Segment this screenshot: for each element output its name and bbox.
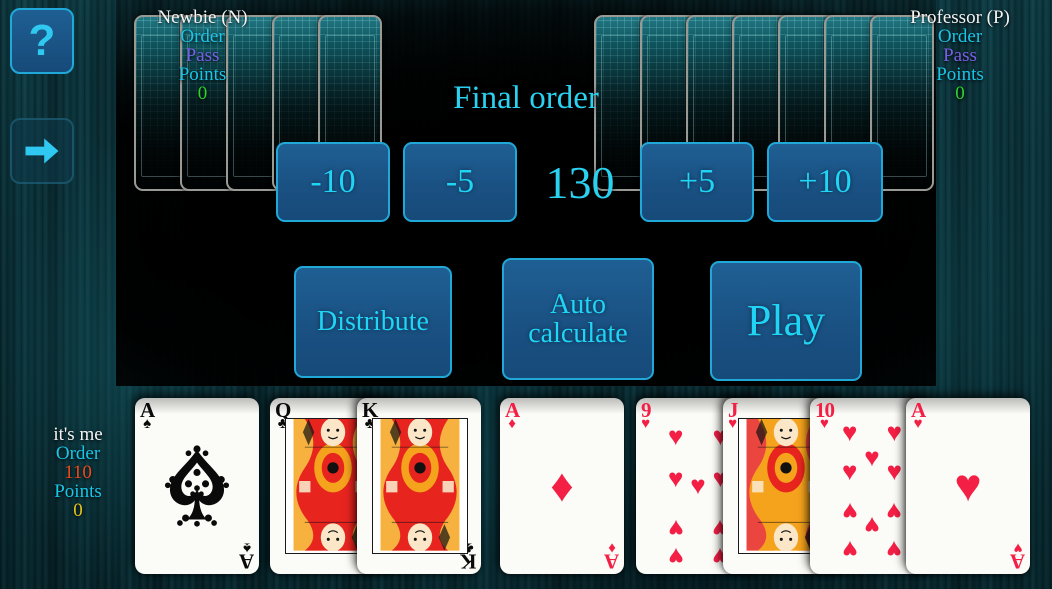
court-card-art	[372, 418, 468, 554]
card-pip: ♥	[864, 442, 880, 472]
points-label-newbie: Points	[178, 64, 227, 85]
player-name-professor: Professor (P)	[910, 7, 1010, 28]
player-name-me: it's me	[53, 424, 103, 445]
card-pip: ♥	[667, 421, 684, 451]
player-info-me: it's me Order 110 Points 0	[8, 425, 148, 520]
points-value-me: 0	[73, 500, 83, 521]
auto-calculate-line2: calculate	[528, 318, 628, 349]
player-info-professor: Professor (P) Order Pass Points 0	[868, 8, 1052, 103]
card-pip: ♥	[886, 496, 903, 526]
card-pip: ♥	[667, 542, 684, 572]
playing-card[interactable]: K ♣ K ♣	[357, 398, 481, 574]
order-minus-5-button[interactable]: -5	[403, 142, 517, 222]
card-suit-icon: ♥	[728, 416, 738, 433]
card-rank: A	[604, 550, 619, 574]
card-corner-top: A ♥	[911, 399, 926, 432]
distribute-button[interactable]: Distribute	[294, 266, 452, 378]
help-icon: ?	[28, 16, 56, 65]
card-corner-top: 9 ♥	[641, 399, 651, 433]
card-corner-bottom: A ♠	[239, 540, 254, 574]
order-plus-5-button[interactable]: +5	[640, 142, 754, 222]
auto-calculate-button[interactable]: Auto calculate	[502, 258, 654, 380]
card-pip: ♥	[690, 471, 706, 500]
order-value-professor: Pass	[943, 45, 977, 66]
ornate-spade-icon	[164, 445, 230, 527]
card-pip: ♥	[886, 418, 903, 448]
order-value-newbie: Pass	[185, 45, 220, 66]
card-pip: ♥	[886, 535, 903, 565]
card-rank: A	[1010, 550, 1025, 574]
playing-card[interactable]: A ♠ A ♠	[135, 398, 259, 574]
card-corner-bottom: A ♦	[604, 540, 619, 574]
card-center-pip: ♦	[550, 460, 574, 511]
play-button[interactable]: Play	[710, 261, 862, 381]
card-suit-icon: ♥	[641, 416, 651, 433]
order-plus-10-button[interactable]: +10	[767, 142, 883, 222]
next-arrow-button[interactable]	[10, 118, 74, 184]
arrow-right-icon	[25, 138, 59, 164]
order-label-newbie: Order	[180, 26, 225, 47]
playing-card[interactable]: A ♥ A ♥ ♥	[906, 398, 1030, 574]
card-rank: A	[239, 550, 254, 574]
order-label-me: Order	[55, 443, 101, 464]
card-corner-top: J ♥	[728, 399, 738, 433]
card-pip: ♥	[841, 456, 858, 486]
card-pip: ♥	[841, 418, 858, 448]
card-pip: ♥	[841, 496, 858, 526]
order-label-professor: Order	[937, 26, 983, 47]
card-pip: ♥	[886, 456, 903, 486]
points-value-newbie: 0	[197, 83, 208, 104]
card-pip: ♥	[841, 535, 858, 565]
order-minus-10-button[interactable]: -10	[276, 142, 390, 222]
points-value-professor: 0	[955, 83, 965, 104]
auto-calculate-line1: Auto	[549, 288, 606, 320]
card-pip: ♥	[667, 463, 684, 493]
card-pip: ♥	[667, 514, 684, 544]
card-pip: ♥	[864, 510, 880, 540]
points-label-me: Points	[54, 481, 102, 502]
card-rank: K	[460, 550, 476, 574]
card-corner-top: A ♦	[505, 399, 520, 432]
card-corner-top: 10 ♥	[815, 399, 835, 432]
player-info-newbie: Newbie (N) Order Pass Points 0	[110, 8, 295, 103]
game-screen: ? Newbie (N) Order Pass Points 0 Profess…	[0, 0, 1052, 589]
playing-card[interactable]: A ♦ A ♦ ♦	[500, 398, 624, 574]
player-name-newbie: Newbie (N)	[157, 7, 248, 28]
help-button[interactable]: ?	[10, 8, 74, 74]
card-center-pip: ♥	[954, 460, 982, 511]
points-label-professor: Points	[936, 64, 984, 85]
order-total-value: 130	[545, 156, 615, 208]
order-value-me: 110	[64, 462, 92, 483]
card-corner-bottom: A ♥	[1010, 540, 1025, 574]
